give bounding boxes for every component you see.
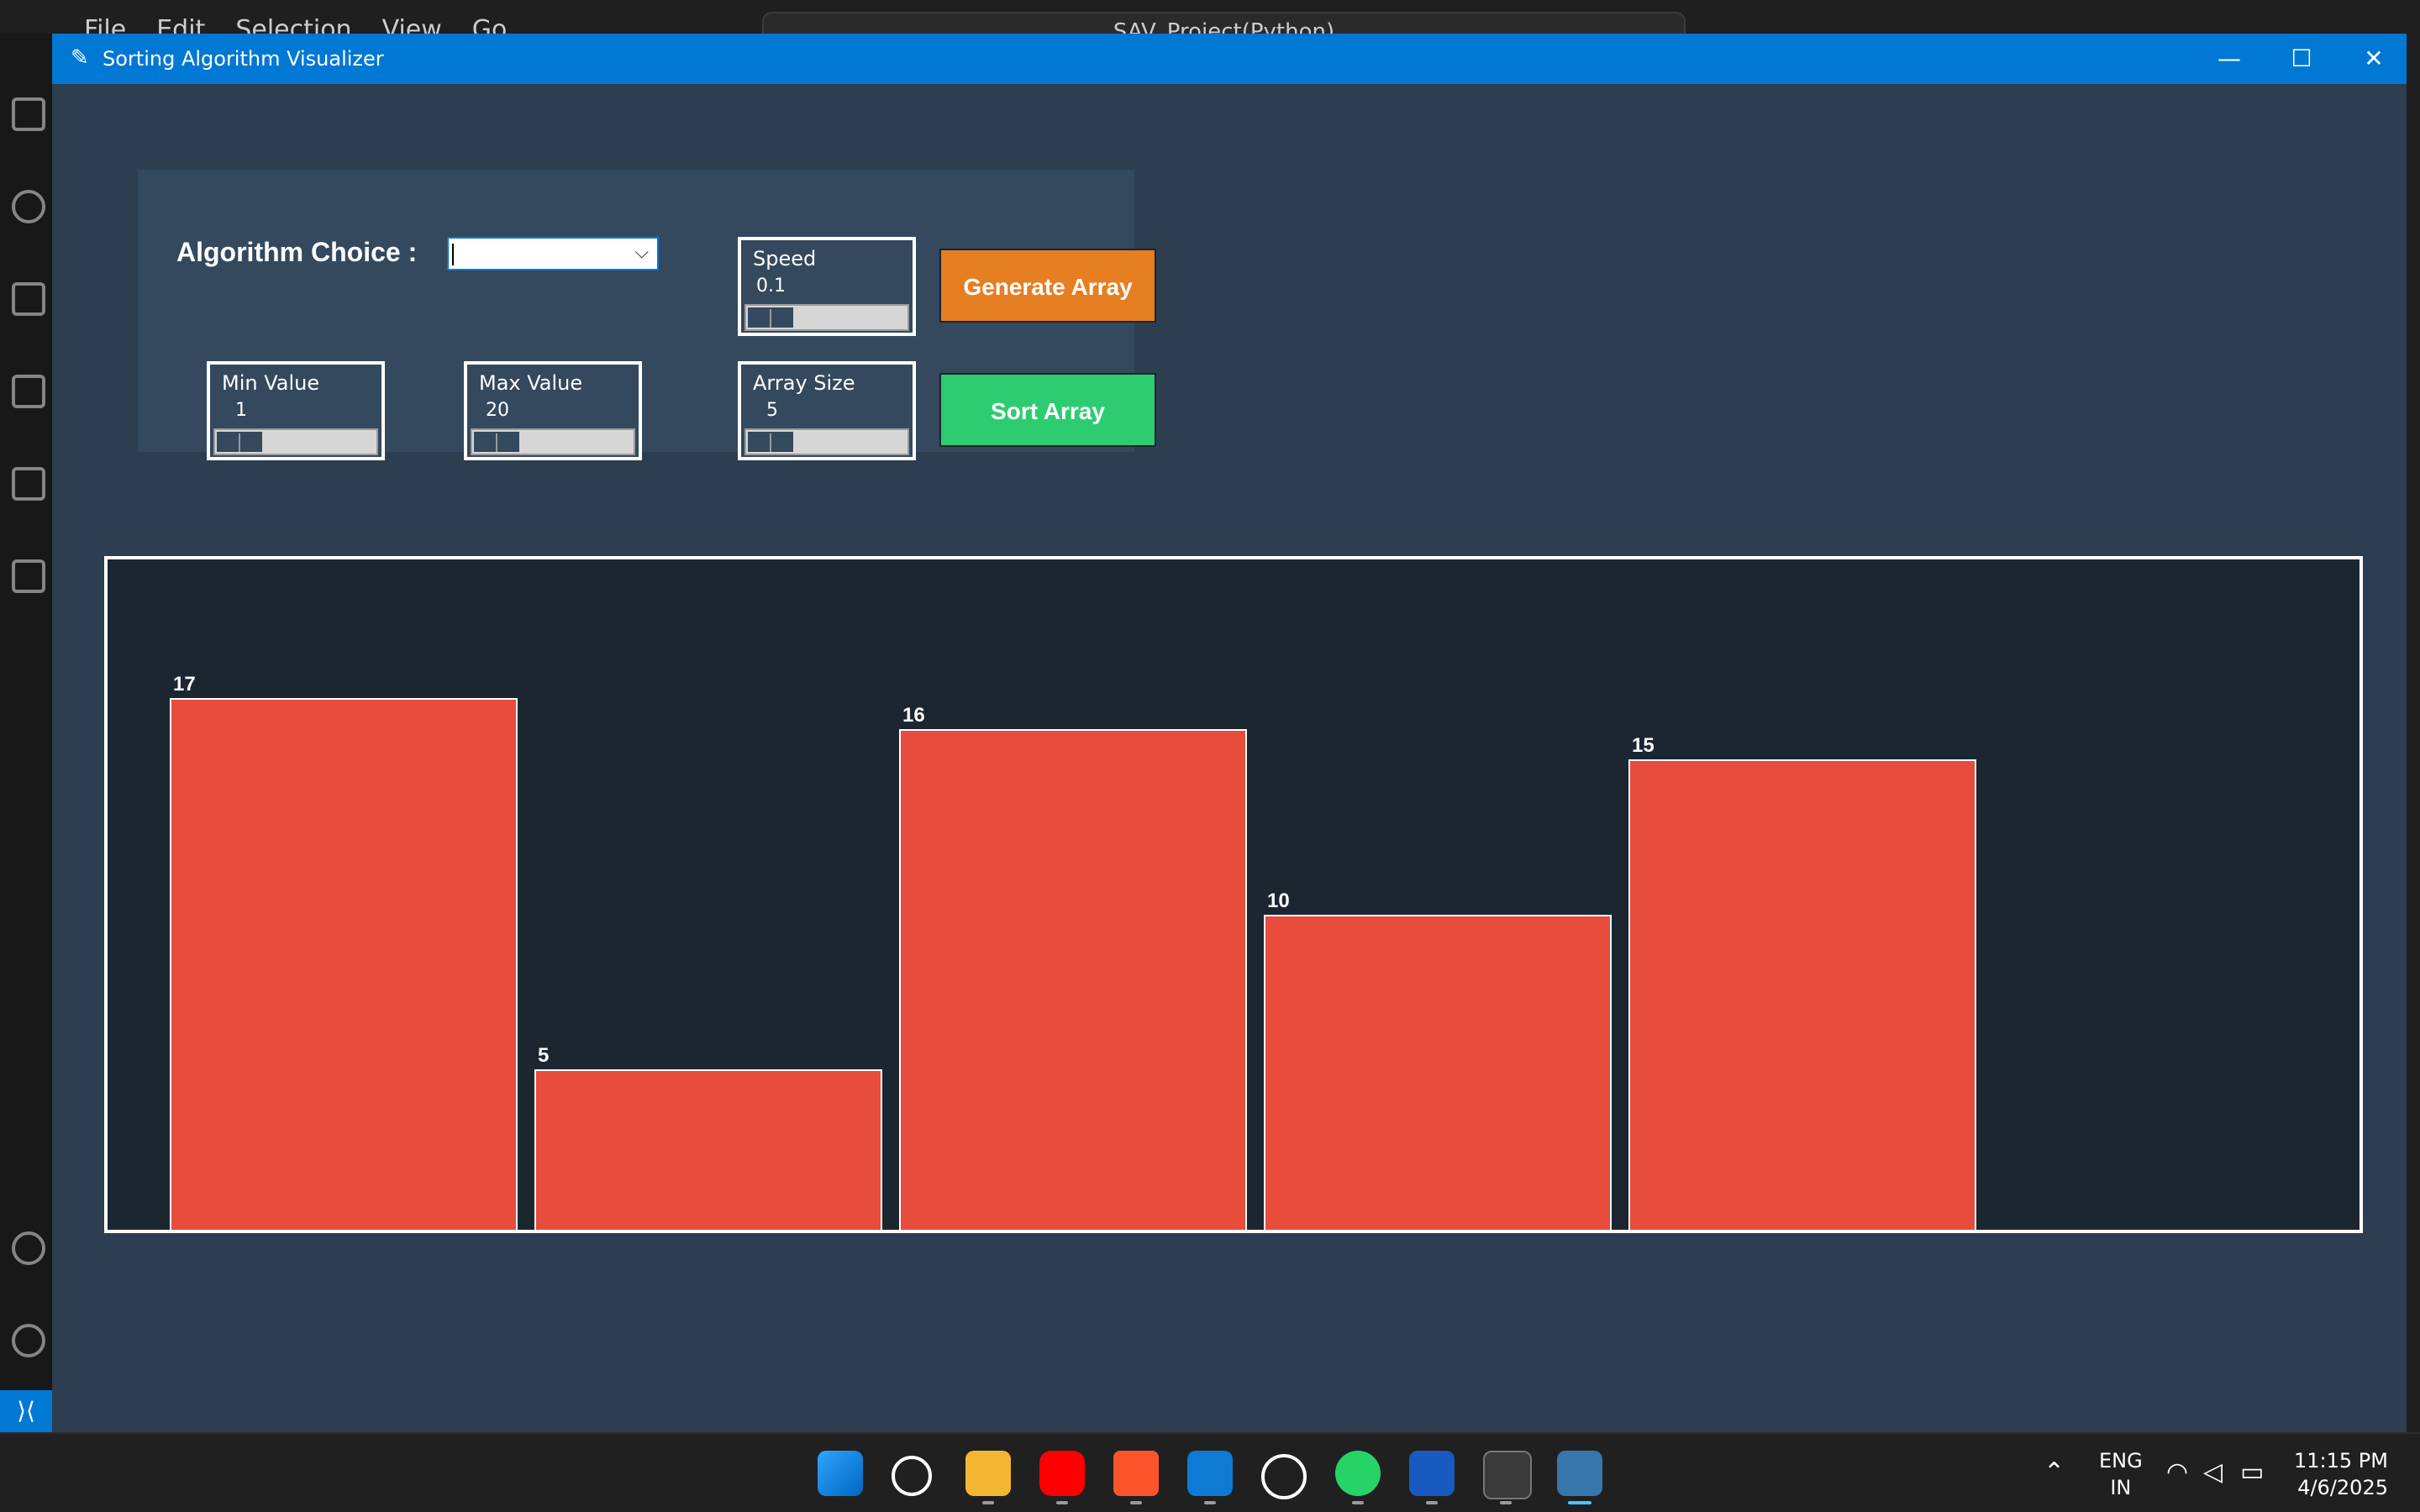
language-code: ENG (2099, 1449, 2143, 1473)
region-code: IN (2110, 1476, 2132, 1499)
bar-value-label: 17 (173, 673, 196, 696)
algorithm-select[interactable]: ⌵ (447, 237, 659, 270)
array-size-scale: Array Size 5 (738, 361, 916, 460)
speed-slider-handle[interactable] (746, 306, 795, 329)
array-size-label: Array Size (753, 371, 855, 395)
min-value-slider-handle[interactable] (215, 430, 264, 454)
bar (1264, 915, 1612, 1231)
bar (534, 1069, 882, 1231)
active-indicator (1568, 1501, 1591, 1504)
speed-slider[interactable] (744, 304, 909, 331)
app-window: ✎ Sorting Algorithm Visualizer — ☐ ✕ Alg… (52, 34, 2407, 1432)
search-icon[interactable] (12, 190, 45, 223)
bar (899, 729, 1247, 1231)
algorithm-choice-label: Algorithm Choice : (176, 237, 418, 267)
windows-start-icon[interactable] (818, 1451, 863, 1496)
close-button[interactable]: ✕ (2336, 34, 2412, 84)
generate-array-button[interactable]: Generate Array (939, 249, 1156, 323)
min-value-value: 1 (235, 400, 247, 421)
clock-time: 11:15 PM (2294, 1449, 2388, 1473)
sort-array-button[interactable]: Sort Array (939, 373, 1156, 447)
vscode-icon[interactable] (1187, 1451, 1233, 1496)
min-value-slider[interactable] (213, 428, 378, 455)
min-value-scale: Min Value 1 (207, 361, 385, 460)
language-indicator[interactable]: ENG IN (2099, 1447, 2143, 1501)
run-debug-icon[interactable] (12, 375, 45, 408)
max-value-value: 20 (486, 400, 509, 421)
window-title: Sorting Algorithm Visualizer (103, 47, 384, 71)
bar-value-label: 10 (1267, 890, 1290, 912)
search-icon[interactable] (892, 1456, 932, 1496)
vscode-activity-bar (0, 34, 52, 1432)
settings-gear-icon[interactable] (12, 1324, 45, 1357)
max-value-slider-handle[interactable] (472, 430, 521, 454)
speed-label: Speed (753, 247, 817, 270)
array-size-slider[interactable] (744, 428, 909, 455)
speed-scale: Speed 0.1 (738, 237, 916, 336)
clock-date: 4/6/2025 (2297, 1476, 2388, 1499)
running-indicator (1204, 1501, 1216, 1504)
running-indicator (1426, 1501, 1438, 1504)
max-value-scale: Max Value 20 (464, 361, 642, 460)
terminal-icon[interactable] (1483, 1451, 1532, 1499)
source-control-icon[interactable] (12, 282, 45, 316)
chatgpt-icon[interactable] (1261, 1454, 1307, 1499)
bar-value-label: 5 (538, 1044, 550, 1067)
minimize-button[interactable]: — (2191, 34, 2267, 84)
bar-value-label: 15 (1632, 734, 1655, 757)
running-indicator (1130, 1501, 1142, 1504)
text-cursor (452, 244, 454, 265)
word-icon[interactable] (1409, 1451, 1455, 1496)
feather-icon: ✎ (71, 45, 89, 71)
bar (1628, 759, 1976, 1231)
running-indicator (1500, 1501, 1512, 1504)
max-value-label: Max Value (479, 371, 583, 395)
array-size-slider-handle[interactable] (746, 430, 795, 454)
extensions-icon[interactable] (12, 467, 45, 501)
battery-icon[interactable]: ▭ (2240, 1457, 2264, 1487)
bar-value-label: 16 (902, 704, 925, 727)
whatsapp-icon[interactable] (1335, 1451, 1381, 1496)
app-titlebar: ✎ Sorting Algorithm Visualizer — ☐ ✕ (52, 34, 2407, 84)
max-value-slider[interactable] (471, 428, 635, 455)
running-indicator (1352, 1501, 1364, 1504)
clock[interactable]: 11:15 PM 4/6/2025 (2294, 1447, 2388, 1501)
running-indicator (1056, 1501, 1068, 1504)
array-size-value: 5 (766, 400, 778, 421)
bar-canvas: 17 5 16 10 15 (104, 556, 2363, 1233)
wifi-icon[interactable]: ◠ (2166, 1457, 2188, 1487)
account-icon[interactable] (12, 1231, 45, 1265)
brave-icon[interactable] (1113, 1451, 1159, 1496)
control-panel: Algorithm Choice : ⌵ Speed 0.1 Min Value… (138, 170, 1156, 460)
speed-value: 0.1 (756, 276, 786, 297)
youtube-icon[interactable] (1039, 1451, 1085, 1496)
min-value-label: Min Value (222, 371, 320, 395)
explorer-icon[interactable] (12, 97, 45, 131)
vscode-titlebar: File Edit Selection View Go ... SAV_Proj… (0, 0, 2420, 52)
chevron-down-icon[interactable]: ⌵ (634, 242, 649, 263)
file-explorer-icon[interactable] (965, 1451, 1011, 1496)
bar (170, 698, 518, 1231)
testing-icon[interactable] (12, 559, 45, 593)
chevron-up-icon[interactable]: ⌃ (2044, 1457, 2065, 1487)
running-indicator (982, 1501, 994, 1504)
taskbar: ⌃ ENG IN ◠ ◁ ▭ 11:15 PM 4/6/2025 (0, 1432, 2420, 1512)
python-icon[interactable] (1557, 1451, 1602, 1496)
volume-icon[interactable]: ◁ (2203, 1457, 2223, 1487)
remote-indicator-icon[interactable]: ⟩⟨ (0, 1390, 52, 1432)
maximize-button[interactable]: ☐ (2264, 34, 2339, 84)
